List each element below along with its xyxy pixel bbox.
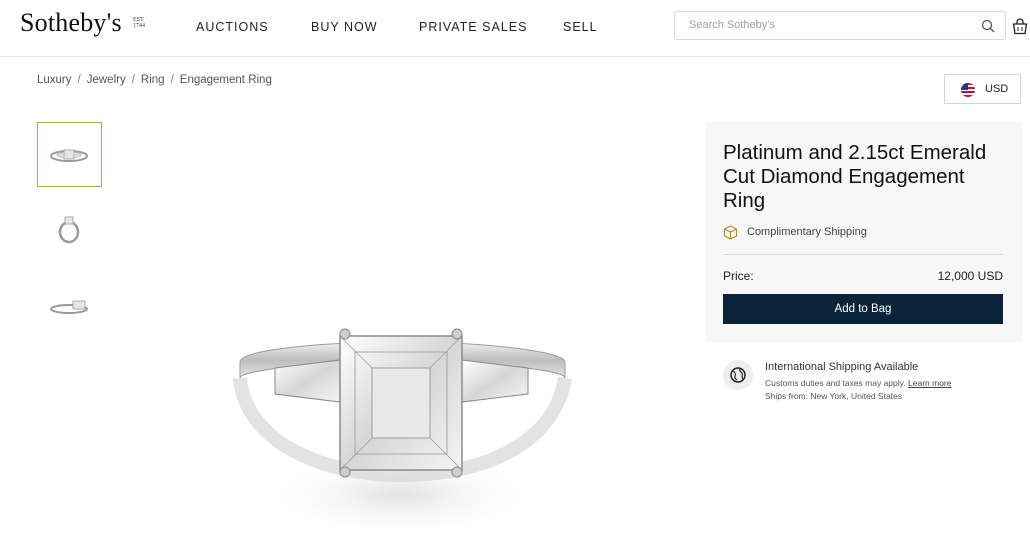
- sothebys-logo[interactable]: Sotheby's: [20, 8, 122, 38]
- thumbnail-profile[interactable]: [37, 274, 102, 339]
- ring-thumbnail-profile: [50, 300, 88, 314]
- ring-thumbnail-side: [58, 216, 80, 244]
- search-box[interactable]: [674, 11, 1006, 40]
- globe-icon: [723, 360, 753, 390]
- panel-divider: [723, 254, 1003, 255]
- product-title: Platinum and 2.15ct Emerald Cut Diamond …: [723, 141, 987, 212]
- intl-shipping-title: International Shipping Available: [765, 361, 919, 373]
- breadcrumb-separator: /: [131, 74, 135, 86]
- breadcrumb-luxury[interactable]: Luxury: [37, 74, 72, 86]
- currency-label: USD: [985, 83, 1009, 95]
- search-input[interactable]: [687, 18, 971, 32]
- logo-est-mark: EST 1744: [133, 17, 145, 29]
- us-flag-icon: [961, 83, 975, 97]
- shipping-box-icon: [723, 225, 738, 240]
- search-icon[interactable]: [981, 19, 995, 33]
- nav-private-sales[interactable]: PRIVATE SALES: [419, 20, 527, 34]
- breadcrumb: Luxury / Jewelry / Ring / Engagement Ring: [37, 74, 272, 86]
- thumbnail-front[interactable]: [37, 122, 102, 187]
- site-header: Sotheby's EST 1744 AUCTIONS BUY NOW PRIV…: [0, 0, 1030, 57]
- breadcrumb-separator: /: [77, 74, 81, 86]
- add-to-bag-button[interactable]: Add to Bag: [723, 294, 1003, 324]
- price-label: Price:: [723, 269, 754, 283]
- ring-thumbnail-front: [50, 149, 88, 162]
- nav-auctions[interactable]: AUCTIONS: [196, 20, 269, 34]
- duties-text: Customs duties and taxes may apply.: [765, 378, 906, 388]
- breadcrumb-ring[interactable]: Ring: [141, 74, 165, 86]
- price-value: 12,000 USD: [937, 269, 1003, 283]
- nav-buy-now[interactable]: BUY NOW: [311, 20, 378, 34]
- thumbnail-side[interactable]: [37, 198, 102, 263]
- nav-sell[interactable]: SELL: [563, 20, 598, 34]
- learn-more-link[interactable]: Learn more: [908, 378, 951, 388]
- product-main-image[interactable]: [200, 300, 620, 552]
- ships-from: Ships from: New York, United States: [765, 391, 903, 401]
- breadcrumb-separator: /: [170, 74, 174, 86]
- intl-duties-line: Customs duties and taxes may apply. Lear…: [765, 378, 951, 388]
- breadcrumb-engagement-ring[interactable]: Engagement Ring: [180, 74, 272, 86]
- breadcrumb-jewelry[interactable]: Jewelry: [87, 74, 126, 86]
- shipping-label: Complimentary Shipping: [747, 226, 867, 238]
- shopping-bag-icon[interactable]: [1012, 18, 1028, 35]
- currency-selector[interactable]: USD: [944, 74, 1021, 104]
